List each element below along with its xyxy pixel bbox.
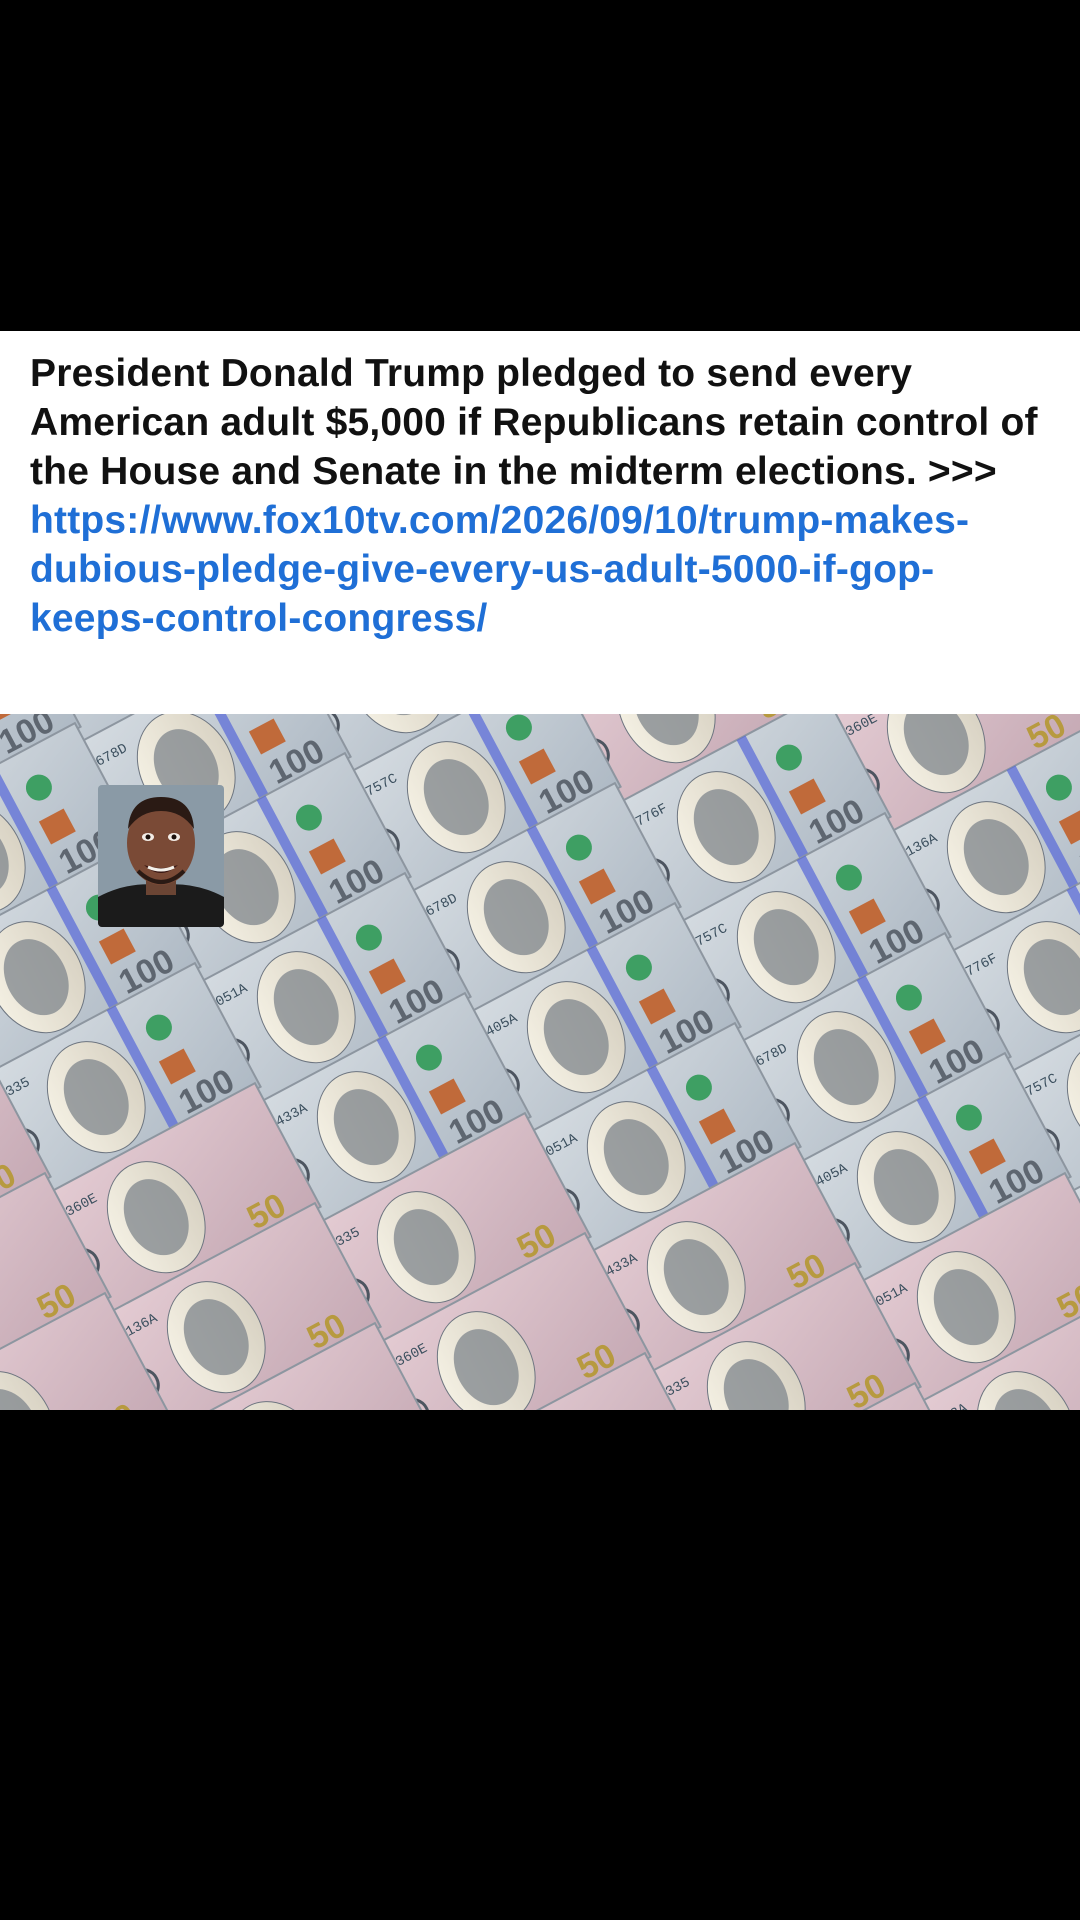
- post-text: President Donald Trump pledged to send e…: [30, 349, 1050, 643]
- post-card: President Donald Trump pledged to send e…: [0, 331, 1080, 714]
- top-letterbox: [0, 0, 1080, 331]
- post-body: President Donald Trump pledged to send e…: [30, 352, 1038, 493]
- creator-face-icon: [98, 785, 224, 927]
- creator-overlay[interactable]: [98, 785, 224, 927]
- article-link[interactable]: https://www.fox10tv.com/2026/09/10/trump…: [30, 499, 969, 640]
- bottom-letterbox: [0, 1410, 1080, 1920]
